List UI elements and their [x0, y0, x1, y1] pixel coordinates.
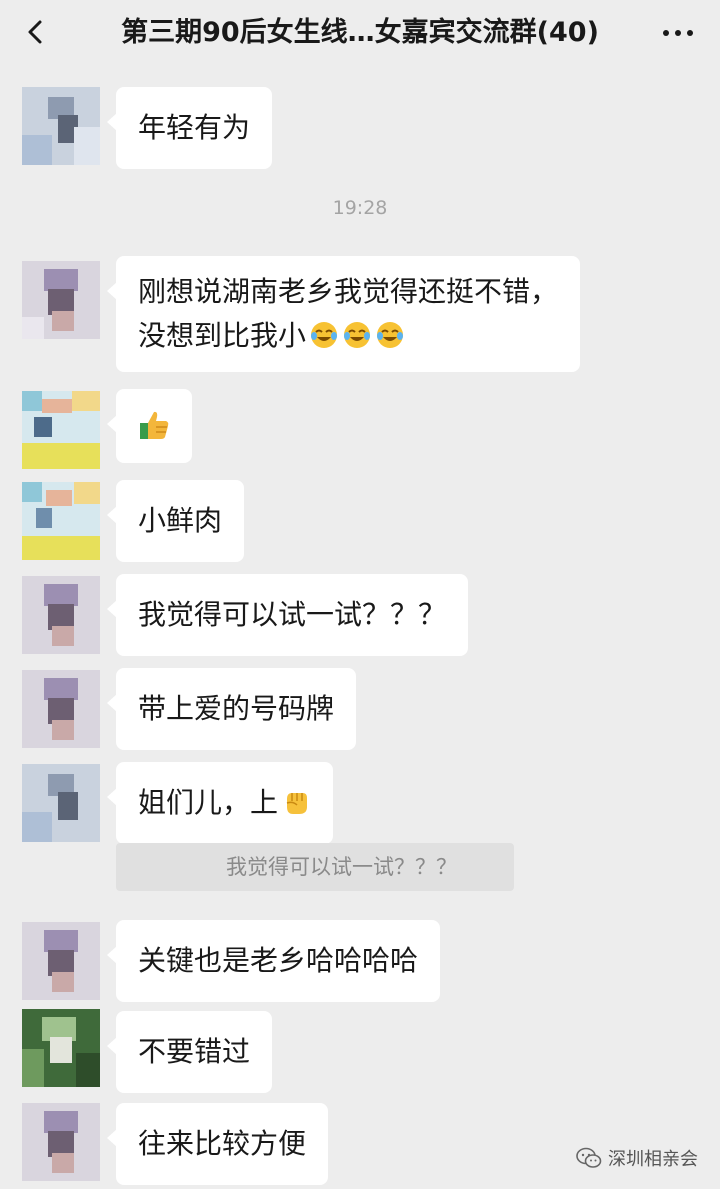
message-text-line-2: 没想到比我小 [138, 314, 558, 358]
message-bubble[interactable]: 往来比较方便 [106, 1103, 329, 1185]
avatar[interactable] [22, 764, 100, 842]
laugh-cry-emoji [377, 322, 404, 348]
timestamp: 19:28 [332, 197, 388, 219]
message-bubble[interactable]: 年轻有为 [106, 87, 273, 169]
message-text: 带上爱的号码牌 [138, 692, 335, 725]
message-bubble[interactable]: 姐们儿，上 [106, 762, 334, 844]
message-bubble[interactable]: 不要错过 [106, 1011, 273, 1093]
quoted-message[interactable]: 我觉得可以试一试？？？ [116, 843, 514, 891]
avatar[interactable] [22, 922, 100, 1000]
message-text: 没想到比我小 [138, 319, 307, 352]
thumbs-up-emoji [140, 411, 169, 439]
chat-header: 第三期90后女生线…女嘉宾交流群(40) [0, 0, 720, 66]
message-bubble[interactable]: 关键也是老乡哈哈哈哈 [106, 920, 441, 1002]
message-text: 年轻有为 [138, 111, 251, 144]
message-bubble[interactable]: 刚想说湖南老乡我觉得还挺不错， 没想到比我小 [106, 256, 581, 372]
wechat-icon [576, 1147, 602, 1168]
chat-title: 第三期90后女生线…女嘉宾交流群(40) [121, 17, 599, 48]
message-text: 我觉得可以试一试？？？ [138, 598, 447, 631]
chevron-left-icon [28, 20, 42, 44]
message-bubble[interactable]: 我觉得可以试一试？？？ [106, 574, 469, 656]
laugh-cry-emoji [311, 322, 338, 348]
laugh-cry-emoji [344, 322, 371, 348]
more-dots-icon [663, 30, 693, 36]
avatar[interactable] [22, 670, 100, 748]
fist-emoji [286, 793, 308, 814]
message-bubble[interactable]: 带上爱的号码牌 [106, 668, 357, 750]
message-text: 往来比较方便 [138, 1127, 307, 1160]
avatar[interactable] [22, 482, 100, 560]
avatar[interactable] [22, 576, 100, 654]
message-text: 小鲜肉 [138, 504, 223, 537]
message-text: 关键也是老乡哈哈哈哈 [138, 944, 419, 977]
message-text: 不要错过 [138, 1035, 251, 1068]
avatar[interactable] [22, 261, 100, 339]
message-bubble[interactable]: 小鲜肉 [106, 480, 245, 562]
back-button[interactable] [18, 12, 54, 52]
avatar[interactable] [22, 391, 100, 469]
message-text: 姐们儿，上 [138, 786, 279, 819]
avatar[interactable] [22, 1103, 100, 1181]
message-bubble[interactable] [107, 389, 192, 463]
message-text-line-1: 刚想说湖南老乡我觉得还挺不错， [138, 275, 559, 308]
quoted-message-text: 我觉得可以试一试？？？ [226, 855, 457, 879]
watermark: 深圳相亲会 [576, 1145, 698, 1171]
avatar[interactable] [22, 87, 100, 165]
avatar[interactable] [22, 1009, 100, 1087]
watermark-text: 深圳相亲会 [608, 1149, 698, 1170]
more-button[interactable] [658, 16, 698, 50]
